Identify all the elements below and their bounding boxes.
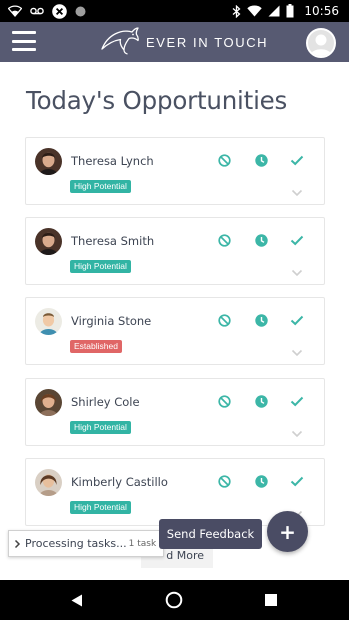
logo: EVER IN TOUCH [100,26,268,58]
check-icon[interactable] [289,152,305,168]
dolphin-icon [100,25,140,59]
processing-toast[interactable]: Processing tasks... 1 task [8,530,164,557]
processing-text: Processing tasks... [25,537,127,550]
page-title: Today's Opportunities [26,86,288,115]
chevron-down-icon[interactable] [291,262,303,277]
user-avatar[interactable] [306,28,336,58]
close-circle-icon [52,3,67,19]
status-badge: High Potential [70,180,131,193]
opportunity-card[interactable]: Virginia Stone Established [25,297,325,365]
logo-text: EVER IN TOUCH [146,34,269,50]
back-triangle-icon[interactable] [68,591,86,609]
opportunity-card[interactable]: Theresa Smith High Potential [25,217,325,285]
app-header: EVER IN TOUCH [0,22,349,62]
opportunity-card[interactable]: Theresa Lynch High Potential [25,137,325,205]
status-bar: 10:56 [0,0,349,22]
contact-avatar [35,148,62,175]
status-badge: Established [70,340,122,353]
contact-name[interactable]: Theresa Smith [71,234,154,248]
processing-count: 1 task [128,538,157,549]
wifi-icon [8,5,22,17]
send-feedback-button[interactable]: Send Feedback [159,519,262,549]
contact-avatar [35,469,62,496]
contact-avatar [35,228,62,255]
chevron-down-icon[interactable] [291,342,303,357]
contact-name[interactable]: Theresa Lynch [71,154,154,168]
block-icon[interactable] [216,393,232,409]
check-icon[interactable] [289,312,305,328]
clock-icon[interactable] [253,312,269,328]
status-badge: High Potential [70,501,131,514]
battery-icon [286,4,294,18]
chevron-down-icon[interactable] [291,182,303,197]
block-icon[interactable] [216,473,232,489]
block-icon[interactable] [216,312,232,328]
recents-square-icon[interactable] [262,591,280,609]
chevron-down-icon[interactable] [291,423,303,438]
contact-name[interactable]: Virginia Stone [71,314,151,328]
check-icon[interactable] [289,473,305,489]
bluetooth-icon [232,4,241,18]
home-circle-icon[interactable] [165,591,183,609]
check-icon[interactable] [289,393,305,409]
clock-icon[interactable] [253,393,269,409]
contact-name[interactable]: Shirley Cole [71,395,140,409]
menu-icon[interactable] [12,29,36,53]
wifi-signal-icon [247,5,263,17]
clock-time: 10:56 [304,4,339,18]
cell-signal-icon [268,5,280,17]
contact-avatar [35,389,62,416]
voicemail-icon [30,7,44,15]
status-badge: High Potential [70,421,131,434]
check-icon[interactable] [289,232,305,248]
status-badge: High Potential [70,260,131,273]
dot-icon [75,6,86,17]
clock-icon[interactable] [253,232,269,248]
chevron-right-icon [14,539,21,549]
add-button[interactable]: + [267,511,308,552]
contact-avatar [35,308,62,335]
opportunity-card[interactable]: Shirley Cole High Potential [25,378,325,446]
clock-icon[interactable] [253,473,269,489]
block-icon[interactable] [216,152,232,168]
clock-icon[interactable] [253,152,269,168]
system-nav-bar [0,580,349,620]
block-icon[interactable] [216,232,232,248]
contact-name[interactable]: Kimberly Castillo [71,475,168,489]
